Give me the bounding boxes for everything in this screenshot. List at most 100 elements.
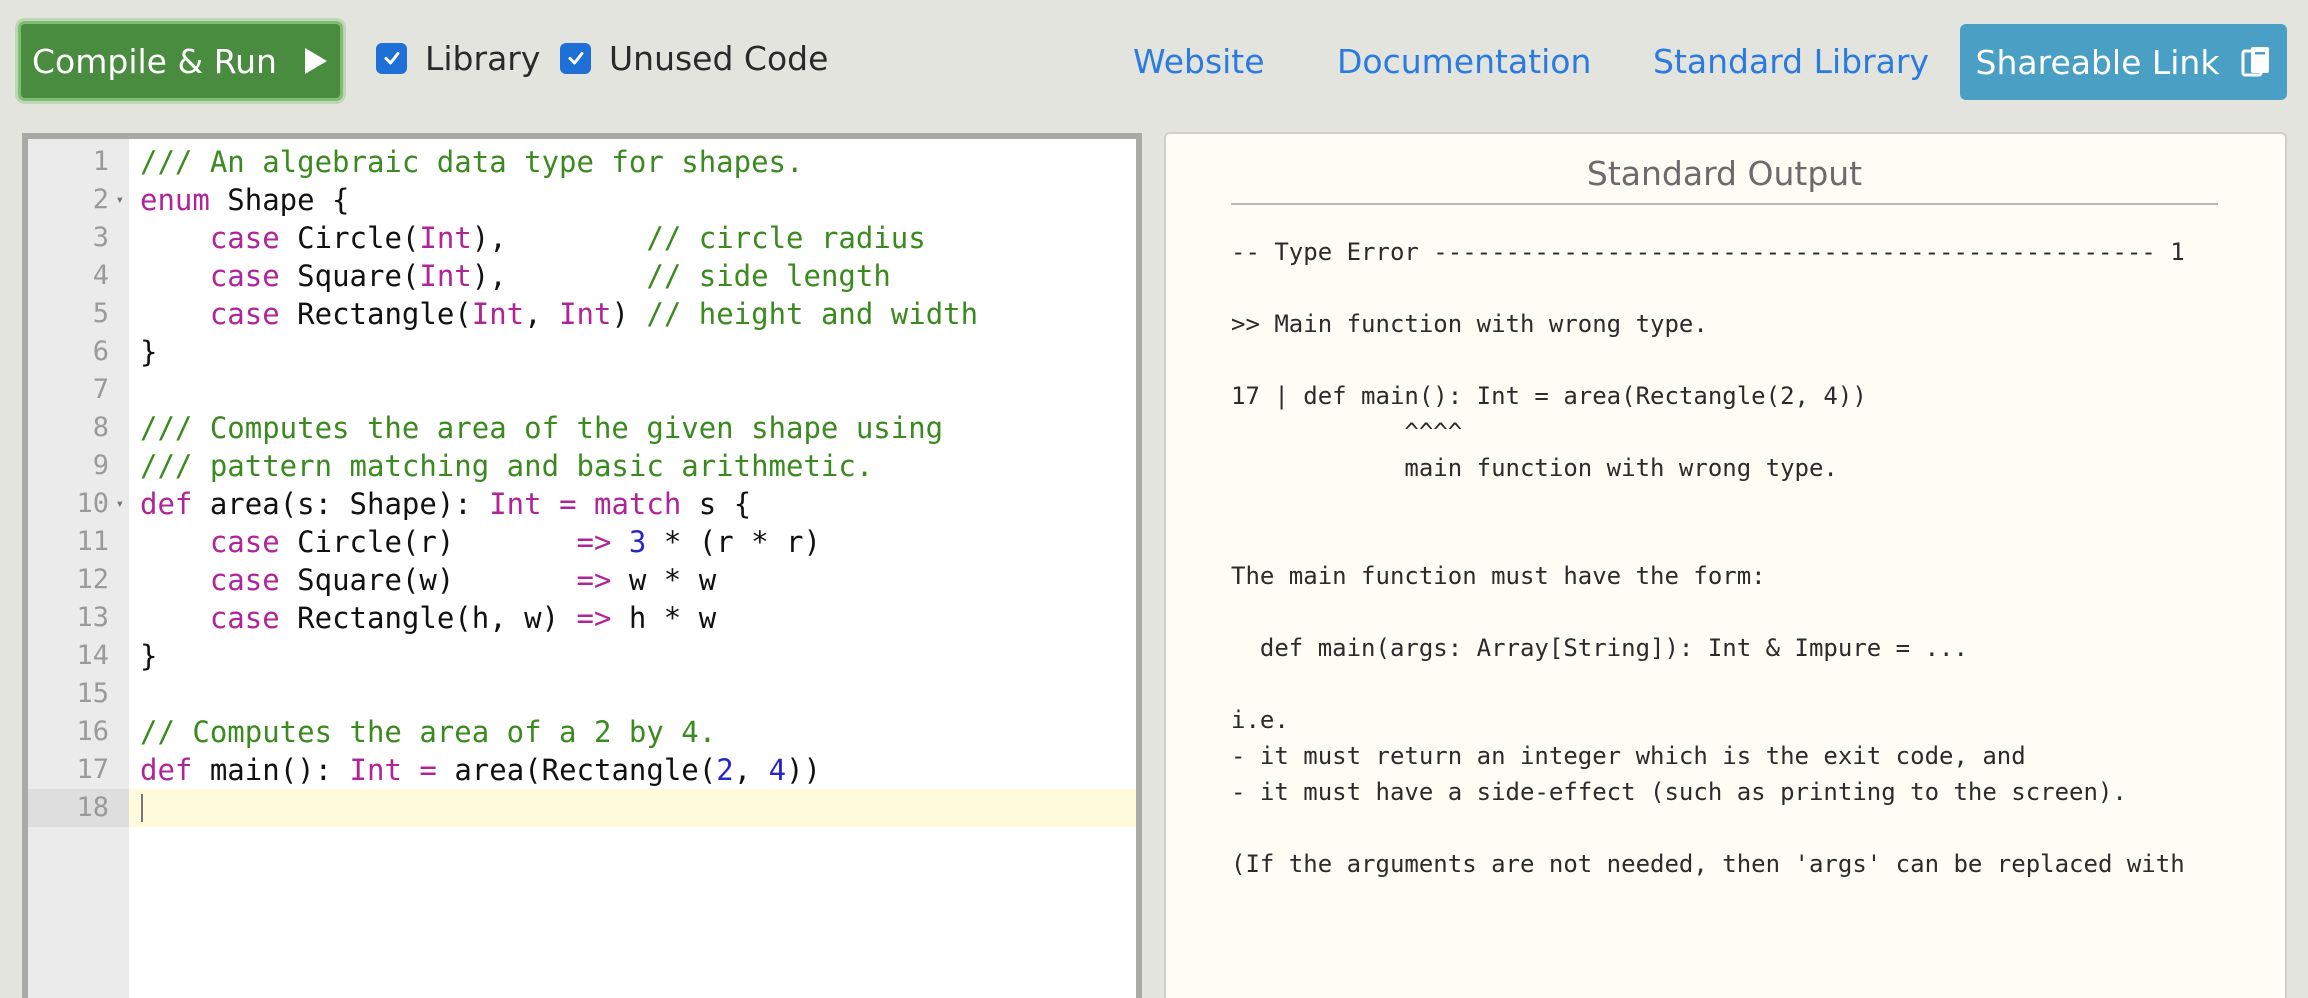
code-token: ), bbox=[471, 259, 647, 293]
library-checkbox[interactable]: Library bbox=[376, 38, 540, 78]
code-line[interactable]: 14} bbox=[28, 637, 1136, 675]
code-token: = bbox=[559, 487, 577, 521]
code-token: // Computes the area of a 2 by 4. bbox=[140, 715, 717, 749]
standard-library-link[interactable]: Standard Library bbox=[1653, 40, 1929, 84]
code-line[interactable]: 2 ▾ enum Shape { bbox=[28, 181, 1136, 219]
code-token: 2 bbox=[716, 753, 734, 787]
code-token: area(Rectangle( bbox=[436, 753, 717, 787]
code-line[interactable]: 3 case Circle(Int), // circle radius bbox=[28, 219, 1136, 257]
code-editor[interactable]: 1/// An algebraic data type for shapes. 2… bbox=[22, 133, 1142, 998]
code-token: s { bbox=[681, 487, 752, 521]
code-token: def bbox=[140, 487, 193, 521]
code-token: )) bbox=[786, 753, 821, 787]
text-cursor bbox=[141, 794, 143, 822]
unused-code-checkbox[interactable]: Unused Code bbox=[560, 38, 828, 78]
code-line[interactable]: 16 // Computes the area of a 2 by 4. bbox=[28, 713, 1136, 751]
code-token: w * w bbox=[611, 563, 717, 597]
code-token: // side length bbox=[646, 259, 891, 293]
fold-arrow-icon[interactable]: ▾ bbox=[116, 485, 124, 523]
code-line[interactable]: 15 bbox=[28, 675, 1136, 713]
line-number: 10 ▾ bbox=[28, 485, 129, 523]
line-number: 16 bbox=[76, 716, 109, 747]
compile-run-button[interactable]: Compile & Run bbox=[18, 21, 343, 101]
code-token: * (r * r) bbox=[646, 525, 821, 559]
line-number: 13 bbox=[76, 602, 109, 633]
output-line: i.e. bbox=[1231, 706, 1289, 734]
code-text: } bbox=[140, 637, 157, 675]
line-number: 14 bbox=[76, 640, 109, 671]
code-token: /// An algebraic data type for shapes. bbox=[140, 145, 804, 179]
output-line: main function with wrong type. bbox=[1231, 454, 1838, 482]
code-line[interactable]: 9 /// pattern matching and basic arithmet… bbox=[28, 447, 1136, 485]
line-number: 11 bbox=[76, 526, 109, 557]
code-line[interactable]: 4 case Square(Int), // side length bbox=[28, 257, 1136, 295]
code-token: Int bbox=[559, 297, 612, 331]
code-text: case Rectangle(h, w) => h * w bbox=[140, 599, 716, 637]
code-line[interactable]: 6} bbox=[28, 333, 1136, 371]
code-line[interactable]: 12 case Square(w) => w * w bbox=[28, 561, 1136, 599]
code-text: case Square(w) => w * w bbox=[140, 561, 716, 599]
line-number: 2 ▾ bbox=[28, 181, 129, 219]
line-number: 7 bbox=[92, 374, 109, 405]
code-line[interactable]: 11 case Circle(r) => 3 * (r * r) bbox=[28, 523, 1136, 561]
code-text: case Square(Int), // side length bbox=[140, 257, 891, 295]
code-token: Square(w) bbox=[279, 563, 577, 597]
code-token: Int bbox=[471, 297, 525, 331]
code-token: Int bbox=[419, 259, 472, 293]
code-line[interactable]: 18 bbox=[28, 789, 1136, 827]
code-token: 4 bbox=[768, 753, 787, 787]
code-text: case Rectangle(Int, Int) // height and w… bbox=[140, 295, 978, 333]
line-number: 4 bbox=[92, 260, 109, 291]
unused-code-checkbox-label: Unused Code bbox=[609, 38, 829, 78]
code-text: def area(s: Shape): Int = match s { bbox=[140, 485, 751, 523]
code-line[interactable]: 1 /// An algebraic data type for shapes. bbox=[28, 143, 1136, 181]
code-token: case bbox=[209, 601, 280, 635]
website-link[interactable]: Website bbox=[1133, 40, 1265, 84]
code-text: case Circle(r) => 3 * (r * r) bbox=[140, 523, 821, 561]
code-token: /// Computes the area of the given shape… bbox=[140, 411, 944, 445]
code-token: => bbox=[576, 563, 612, 597]
output-line: - it must return an integer which is the… bbox=[1231, 742, 2026, 770]
code-token: match bbox=[594, 487, 682, 521]
code-token: area(s: Shape): bbox=[192, 487, 490, 521]
code-token: => bbox=[576, 525, 612, 559]
code-line[interactable]: 8 /// Computes the area of the given shap… bbox=[28, 409, 1136, 447]
output-text[interactable]: -- Type Error --------------------------… bbox=[1231, 234, 2218, 994]
code-token: ), bbox=[471, 221, 647, 255]
code-text: // Computes the area of a 2 by 4. bbox=[140, 713, 716, 751]
code-token: h * w bbox=[611, 601, 717, 635]
code-line[interactable]: 5 case Rectangle(Int, Int) // height and… bbox=[28, 295, 1136, 333]
output-line: def main(args: Array[String]): Int & Imp… bbox=[1231, 634, 1968, 662]
code-token: ) bbox=[611, 297, 647, 331]
code-line[interactable]: 13 case Rectangle(h, w) => h * w bbox=[28, 599, 1136, 637]
code-line[interactable]: 7 bbox=[28, 371, 1136, 409]
code-token: case bbox=[209, 563, 280, 597]
documentation-link[interactable]: Documentation bbox=[1337, 40, 1591, 84]
code-token: // circle radius bbox=[646, 221, 926, 255]
code-token: Int bbox=[419, 221, 472, 255]
line-number: 3 bbox=[92, 222, 109, 253]
code-line[interactable]: 17 def main(): Int = area(Rectangle(2, 4)… bbox=[28, 751, 1136, 789]
code-token: case bbox=[209, 297, 280, 331]
fold-arrow-icon[interactable]: ▾ bbox=[116, 181, 124, 219]
code-token: Circle( bbox=[279, 221, 420, 255]
line-number: 9 bbox=[92, 450, 109, 481]
code-line[interactable]: 10 ▾ def area(s: Shape): Int = match s { bbox=[28, 485, 1136, 523]
checkmark-icon bbox=[560, 42, 591, 74]
output-line: The main function must have the form: bbox=[1231, 562, 1766, 590]
shareable-link-button[interactable]: Shareable Link bbox=[1960, 24, 2287, 100]
line-number: 1 bbox=[92, 146, 109, 177]
line-number: 12 bbox=[76, 564, 109, 595]
output-line: -- Type Error --------------------------… bbox=[1231, 238, 2185, 266]
play-icon bbox=[304, 48, 327, 74]
